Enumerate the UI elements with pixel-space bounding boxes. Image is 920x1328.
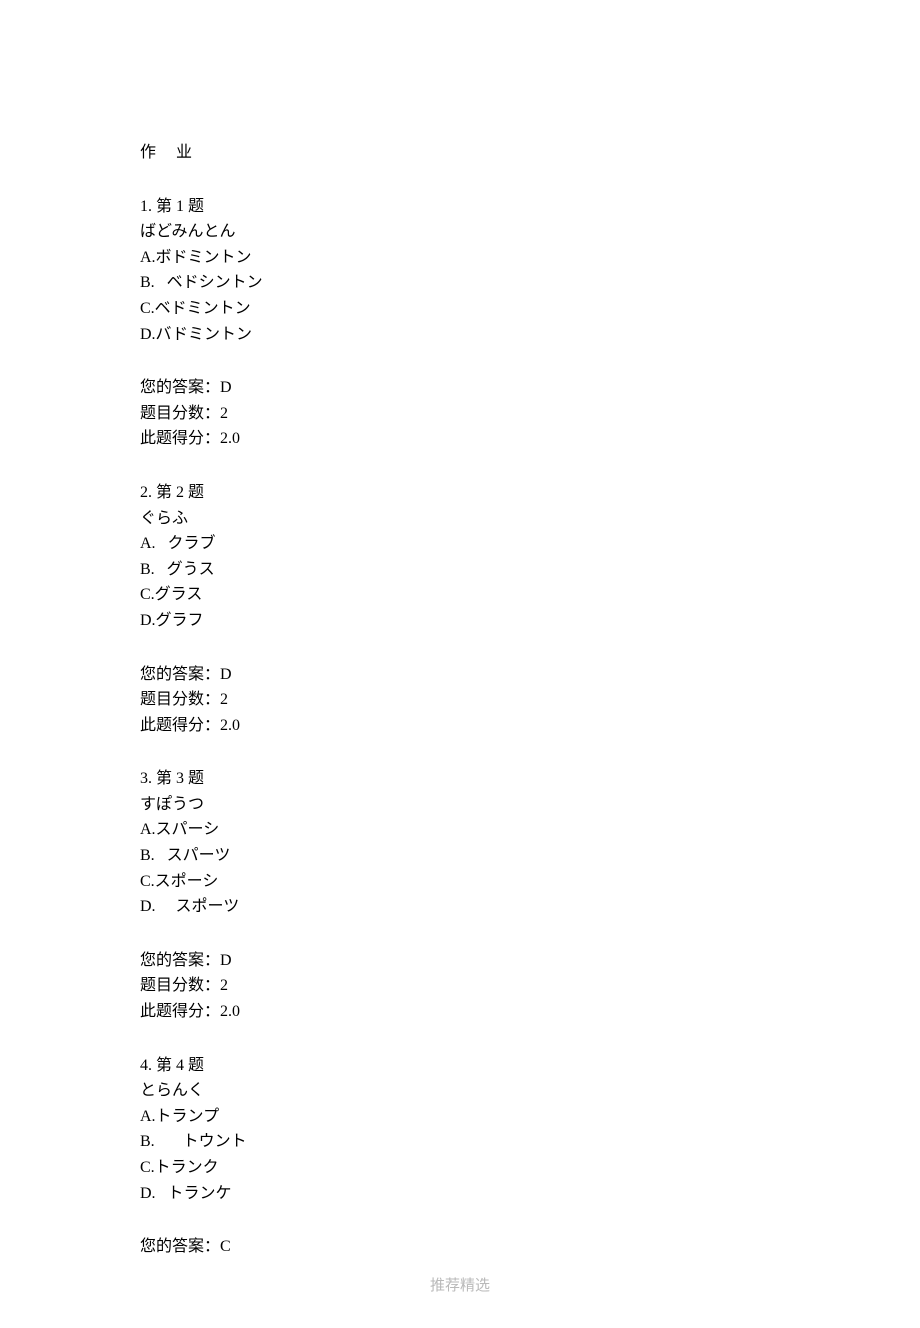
question-score-line: 题目分数：2 bbox=[140, 687, 780, 713]
question-block: 4. 第 4 题とらんくA.トランプB. トウントC.トランクD. トランケ bbox=[140, 1053, 780, 1207]
question-option: C.スポーシ bbox=[140, 869, 780, 895]
question-option: C.ベドミントン bbox=[140, 296, 780, 322]
question-option: A. クラブ bbox=[140, 531, 780, 557]
this-score-line: 此题得分：2.0 bbox=[140, 999, 780, 1025]
this-score-label: 此题得分： bbox=[140, 430, 220, 447]
question-score-value: 2 bbox=[220, 405, 228, 422]
question-option: A.ボドミントン bbox=[140, 245, 780, 271]
question-option: B. グうス bbox=[140, 557, 780, 583]
this-score-label: 此题得分： bbox=[140, 717, 220, 734]
this-score-value: 2.0 bbox=[220, 1003, 240, 1020]
question-option: B. トウント bbox=[140, 1129, 780, 1155]
answer-block: 您的答案：D题目分数：2此题得分：2.0 bbox=[140, 662, 780, 739]
question-prompt: すぽうつ bbox=[140, 792, 780, 818]
your-answer-line: 您的答案：D bbox=[140, 375, 780, 401]
your-answer-value: D bbox=[220, 379, 232, 396]
question-option: B. スパーツ bbox=[140, 843, 780, 869]
your-answer-label: 您的答案： bbox=[140, 666, 220, 683]
question-option: D.グラフ bbox=[140, 608, 780, 634]
question-option: C.グラス bbox=[140, 582, 780, 608]
this-score-value: 2.0 bbox=[220, 430, 240, 447]
your-answer-value: D bbox=[220, 666, 232, 683]
your-answer-line: 您的答案：C bbox=[140, 1234, 780, 1260]
question-prompt: ぐらふ bbox=[140, 506, 780, 532]
page-footer: 推荐精选 bbox=[0, 1274, 920, 1298]
question-block: 2. 第 2 题ぐらふA. クラブB. グうスC.グラスD.グラフ bbox=[140, 480, 780, 634]
question-option: D. スポーツ bbox=[140, 894, 780, 920]
question-score-label: 题目分数： bbox=[140, 691, 220, 708]
question-prompt: ばどみんとん bbox=[140, 219, 780, 245]
your-answer-label: 您的答案： bbox=[140, 379, 220, 396]
this-score-line: 此题得分：2.0 bbox=[140, 713, 780, 739]
answer-block: 您的答案：C bbox=[140, 1234, 780, 1260]
page-title: 作 业 bbox=[140, 140, 780, 166]
question-score-value: 2 bbox=[220, 691, 228, 708]
question-block: 1. 第 1 题ばどみんとんA.ボドミントンB. ベドシントンC.ベドミントンD… bbox=[140, 194, 780, 348]
question-option: A.トランプ bbox=[140, 1104, 780, 1130]
question-number: 4. 第 4 题 bbox=[140, 1053, 780, 1079]
your-answer-label: 您的答案： bbox=[140, 1238, 220, 1255]
your-answer-label: 您的答案： bbox=[140, 952, 220, 969]
question-option: D. トランケ bbox=[140, 1181, 780, 1207]
document-page: 作 业 1. 第 1 题ばどみんとんA.ボドミントンB. ベドシントンC.ベドミ… bbox=[0, 0, 920, 1328]
your-answer-line: 您的答案：D bbox=[140, 948, 780, 974]
your-answer-value: D bbox=[220, 952, 232, 969]
questions-container: 1. 第 1 题ばどみんとんA.ボドミントンB. ベドシントンC.ベドミントンD… bbox=[140, 194, 780, 1260]
this-score-line: 此题得分：2.0 bbox=[140, 426, 780, 452]
question-score-label: 题目分数： bbox=[140, 405, 220, 422]
answer-block: 您的答案：D题目分数：2此题得分：2.0 bbox=[140, 948, 780, 1025]
answer-block: 您的答案：D题目分数：2此题得分：2.0 bbox=[140, 375, 780, 452]
question-score-line: 题目分数：2 bbox=[140, 401, 780, 427]
your-answer-line: 您的答案：D bbox=[140, 662, 780, 688]
your-answer-value: C bbox=[220, 1238, 231, 1255]
question-option: B. ベドシントン bbox=[140, 270, 780, 296]
this-score-label: 此题得分： bbox=[140, 1003, 220, 1020]
question-option: A.スパーシ bbox=[140, 817, 780, 843]
question-option: D.バドミントン bbox=[140, 322, 780, 348]
question-number: 2. 第 2 题 bbox=[140, 480, 780, 506]
question-number: 1. 第 1 题 bbox=[140, 194, 780, 220]
question-score-line: 题目分数：2 bbox=[140, 973, 780, 999]
question-block: 3. 第 3 题すぽうつA.スパーシB. スパーツC.スポーシD. スポーツ bbox=[140, 766, 780, 920]
question-prompt: とらんく bbox=[140, 1078, 780, 1104]
question-number: 3. 第 3 题 bbox=[140, 766, 780, 792]
question-score-value: 2 bbox=[220, 977, 228, 994]
question-score-label: 题目分数： bbox=[140, 977, 220, 994]
question-option: C.トランク bbox=[140, 1155, 780, 1181]
this-score-value: 2.0 bbox=[220, 717, 240, 734]
